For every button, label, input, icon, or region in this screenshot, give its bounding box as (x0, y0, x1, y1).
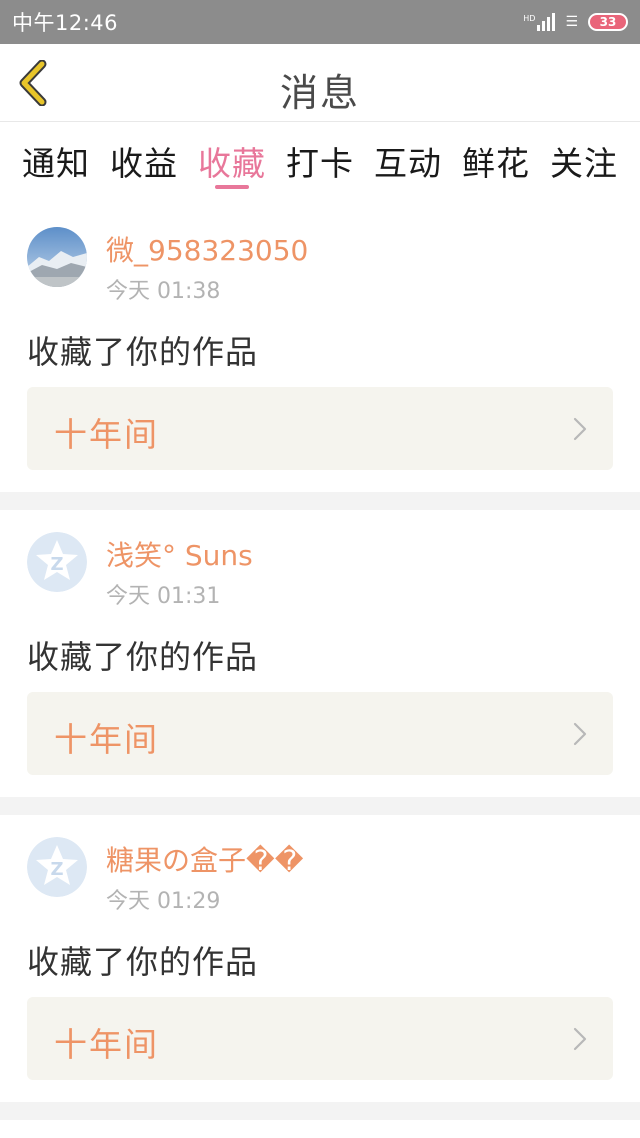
work-link[interactable]: 十年间 (27, 997, 613, 1080)
work-link[interactable]: 十年间 (27, 692, 613, 775)
tab-checkin[interactable]: 打卡 (276, 123, 364, 205)
timestamp: 今天 01:38 (106, 279, 221, 304)
tab-flowers[interactable]: 鲜花 (452, 123, 540, 205)
tab-label: 鲜花 (462, 144, 530, 183)
tab-label: 收益 (110, 144, 178, 183)
battery-level: 33 (599, 15, 617, 29)
username[interactable]: 糖果の盒子�� (106, 839, 303, 879)
svg-text:Z: Z (50, 859, 63, 880)
status-time: 中午12:46 (12, 11, 119, 35)
work-title: 十年间 (54, 720, 159, 759)
tab-following[interactable]: 关注 (540, 123, 628, 205)
work-link[interactable]: 十年间 (27, 387, 613, 470)
timestamp: 今天 01:31 (106, 584, 221, 609)
tab-notifications[interactable]: 通知 (12, 123, 100, 205)
tab-label: 关注 (550, 144, 618, 183)
default-star-avatar-icon: Z (27, 837, 87, 897)
wifi-icon: ☰ (565, 14, 578, 30)
tab-label: 通知 (22, 144, 90, 183)
chevron-right-icon (573, 1027, 587, 1051)
tab-label: 互动 (374, 144, 442, 183)
divider (0, 492, 640, 510)
action-text: 收藏了你的作品 (27, 943, 259, 981)
chevron-right-icon (573, 417, 587, 441)
divider (0, 797, 640, 815)
work-title: 十年间 (54, 415, 159, 454)
page-title: 消息 (279, 71, 360, 115)
tab-label: 打卡 (286, 144, 354, 183)
status-icons: HD ☰ 33 (523, 13, 628, 31)
tab-interactions[interactable]: 互动 (364, 123, 452, 205)
nav-bar: 消息 (0, 44, 640, 122)
default-star-avatar-icon: Z (27, 532, 87, 592)
action-text: 收藏了你的作品 (27, 638, 259, 676)
username[interactable]: 微_958323050 (106, 229, 308, 269)
timestamp: 今天 01:29 (106, 889, 221, 914)
hd-label: HD (523, 14, 536, 23)
signal-icon: HD (523, 13, 556, 31)
message-card: Z 浅笑° Suns 今天 01:31 收藏了你的作品 十年间 (0, 510, 640, 797)
chevron-right-icon (573, 722, 587, 746)
action-text: 收藏了你的作品 (27, 333, 259, 371)
active-tab-indicator (215, 185, 249, 189)
divider (0, 1102, 640, 1120)
status-bar: 中午12:46 HD ☰ 33 (0, 0, 640, 44)
tab-label: 收藏 (198, 144, 266, 183)
svg-text:Z: Z (50, 554, 63, 575)
tab-favorites[interactable]: 收藏 (188, 123, 276, 205)
avatar[interactable]: Z (27, 532, 87, 592)
tab-earnings[interactable]: 收益 (100, 123, 188, 205)
battery-icon: 33 (588, 13, 628, 31)
message-card: 微_958323050 今天 01:38 收藏了你的作品 十年间 (0, 205, 640, 492)
message-card: Z 糖果の盒子�� 今天 01:29 收藏了你的作品 十年间 (0, 815, 640, 1102)
work-title: 十年间 (54, 1025, 159, 1064)
avatar[interactable]: Z (27, 837, 87, 897)
username[interactable]: 浅笑° Suns (106, 534, 253, 574)
avatar[interactable] (27, 227, 87, 287)
message-list: 微_958323050 今天 01:38 收藏了你的作品 十年间 Z 浅笑° S… (0, 205, 640, 1120)
mountain-photo-avatar-icon (27, 227, 87, 287)
tab-bar: 通知 收益 收藏 打卡 互动 鲜花 关注 (0, 123, 640, 205)
